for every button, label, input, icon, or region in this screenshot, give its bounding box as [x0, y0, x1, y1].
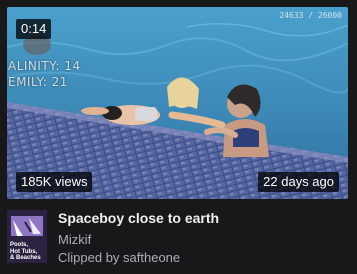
clip-card: ALINITY: 14 EMILY: 21 24633 / 26000 0:14… — [0, 0, 357, 274]
overlay-goal-counter: 24633 / 26000 — [279, 11, 342, 20]
duration-badge: 0:14 — [16, 19, 52, 39]
category-box-art[interactable]: Pools, Hot Tubs, & Beaches — [7, 210, 47, 263]
clip-metadata: Pools, Hot Tubs, & Beaches Spaceboy clos… — [7, 207, 348, 267]
clip-title[interactable]: Spaceboy close to earth — [58, 210, 219, 226]
category-art-label: Pools, Hot Tubs, & Beaches — [10, 242, 41, 262]
clip-age-badge: 22 days ago — [258, 172, 339, 192]
clip-thumbnail[interactable]: ALINITY: 14 EMILY: 21 24633 / 26000 0:14… — [7, 7, 348, 199]
clipped-by-text: Clipped by saftheone — [58, 250, 181, 265]
overlay-alinity-count: ALINITY: 14 — [8, 59, 81, 73]
pool-scene-image — [7, 7, 348, 199]
overlay-emily-count: EMILY: 21 — [8, 75, 68, 89]
category-art-line: & Beaches — [10, 255, 41, 261]
channel-link[interactable]: Mizkif — [58, 232, 91, 247]
view-count-badge: 185K views — [16, 172, 93, 192]
